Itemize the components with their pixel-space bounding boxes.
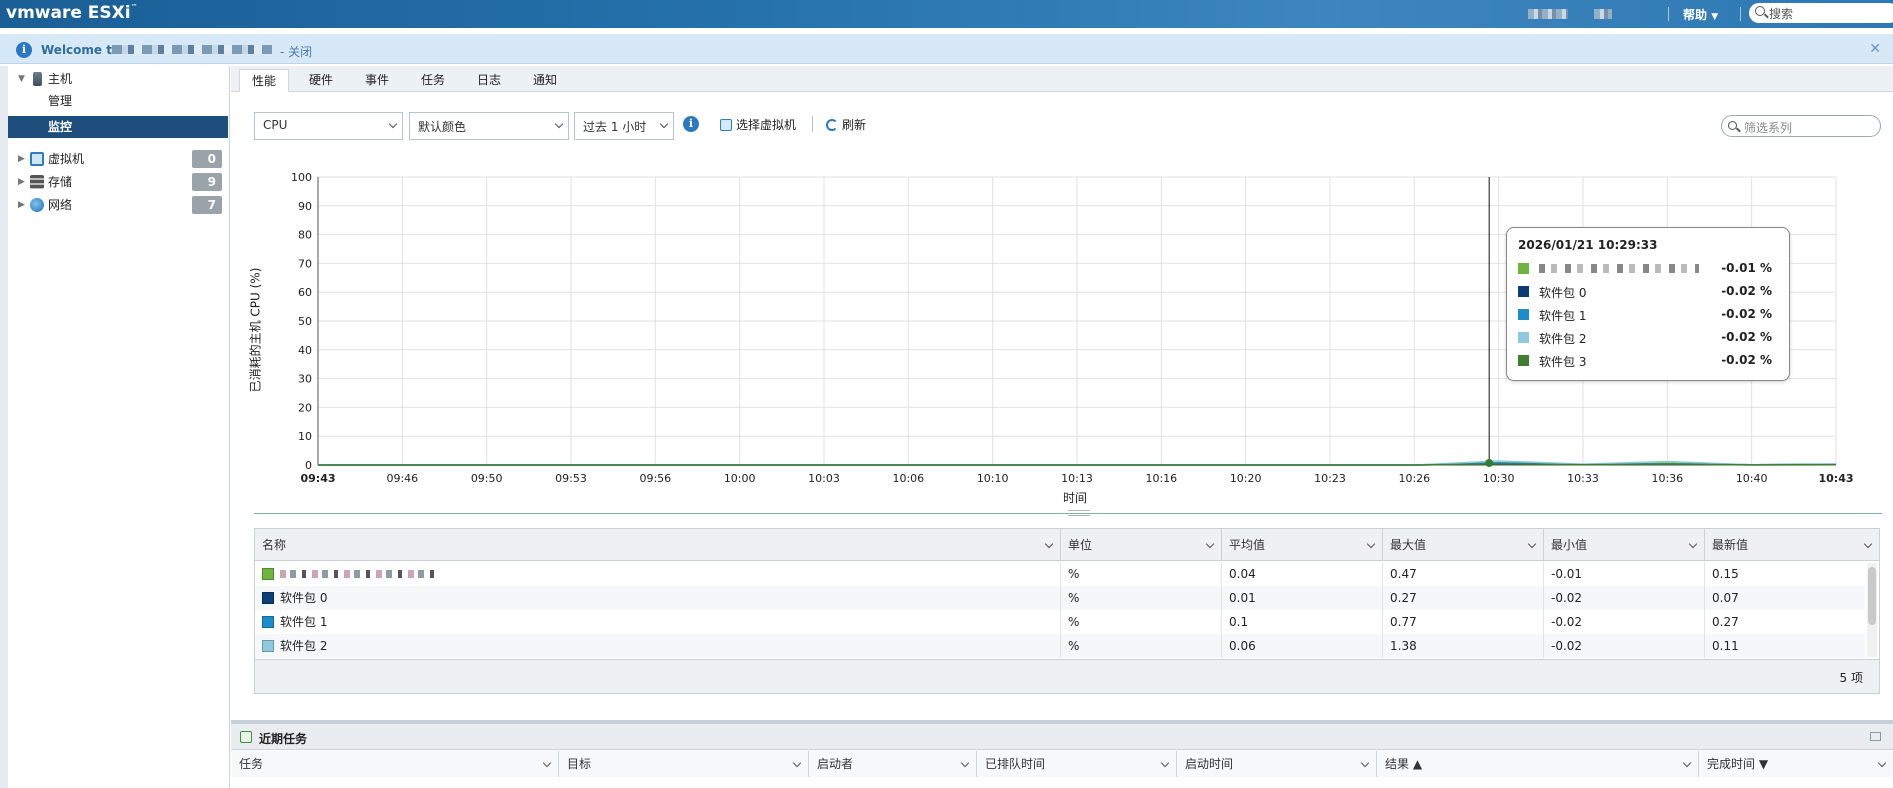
tooltip-row: 软件包 1 -0.02 % — [1518, 307, 1780, 323]
x-tick-label: 10:13 — [1061, 472, 1093, 485]
chevron-down-icon[interactable] — [1205, 539, 1215, 549]
redacted-name — [1539, 264, 1699, 273]
recent-tasks-header: 近期任务 — [231, 724, 1893, 750]
x-tick-label: 10:40 — [1736, 472, 1768, 485]
x-tick-label: 10:23 — [1314, 472, 1346, 485]
series-swatch — [262, 568, 274, 580]
table-row[interactable]: 软件包 2 % 0.06 1.38 -0.02 0.11 — [255, 634, 1865, 658]
x-tick-label: 10:43 — [1818, 472, 1853, 485]
y-tick-label: 20 — [298, 401, 312, 414]
series-swatch — [1518, 286, 1529, 297]
x-tick-label: 10:03 — [808, 472, 840, 485]
column-header-latest[interactable]: 最新值 — [1705, 529, 1879, 561]
tooltip-title: 2026/01/21 10:29:33 — [1518, 238, 1658, 252]
x-tick-label: 09:50 — [471, 472, 503, 485]
table-row[interactable]: 软件包 0 % 0.01 0.27 -0.02 0.07 — [255, 586, 1865, 610]
x-tick-label: 10:30 — [1483, 472, 1515, 485]
y-tick-label: 10 — [298, 430, 312, 443]
series-swatch — [1518, 355, 1529, 366]
table-footer: 5 项 — [255, 659, 1879, 693]
series-table: 名称 单位 平均值 最大值 最小值 最新值 % 0.04 0.47 -0.01 … — [254, 528, 1880, 694]
column-header-started[interactable]: 启动时间 — [1177, 751, 1377, 777]
y-tick-label: 0 — [305, 459, 312, 472]
cursor-point — [1485, 459, 1494, 467]
column-header-result[interactable]: 结果 ▲ — [1377, 751, 1699, 777]
column-header-name[interactable]: 名称 — [255, 529, 1061, 561]
column-header-task[interactable]: 任务 — [231, 751, 559, 777]
chart-tooltip: 2026/01/21 10:29:33 -0.01 % 软件包 0 -0.02 … — [1506, 227, 1790, 381]
tooltip-row: -0.01 % — [1518, 261, 1780, 277]
tooltip-row: 软件包 3 -0.02 % — [1518, 353, 1780, 369]
x-tick-label: 09:56 — [639, 472, 671, 485]
y-tick-label: 50 — [298, 315, 312, 328]
x-tick-label: 10:33 — [1567, 472, 1599, 485]
tasks-icon — [240, 731, 252, 743]
column-header-avg[interactable]: 平均值 — [1222, 529, 1383, 561]
table-header: 名称 单位 平均值 最大值 最小值 最新值 — [255, 529, 1879, 561]
column-header-min[interactable]: 最小值 — [1544, 529, 1705, 561]
column-header-initiator[interactable]: 启动者 — [809, 751, 977, 777]
x-tick-label: 09:43 — [300, 472, 335, 485]
y-tick-label: 90 — [298, 200, 312, 213]
series-swatch — [1518, 263, 1529, 274]
x-tick-label: 10:06 — [892, 472, 924, 485]
series-swatch — [262, 640, 274, 652]
column-header-unit[interactable]: 单位 — [1061, 529, 1222, 561]
tooltip-row: 软件包 2 -0.02 % — [1518, 330, 1780, 346]
x-tick-label: 09:46 — [386, 472, 418, 485]
x-tick-label: 10:00 — [724, 472, 756, 485]
y-tick-label: 100 — [291, 171, 312, 184]
item-count: 5 项 — [1839, 671, 1863, 685]
x-tick-label: 10:20 — [1230, 472, 1262, 485]
x-tick-label: 10:26 — [1398, 472, 1430, 485]
series-swatch — [262, 616, 274, 628]
table-row[interactable]: % 0.04 0.47 -0.01 0.15 — [255, 562, 1865, 586]
y-tick-label: 80 — [298, 229, 312, 242]
y-tick-label: 60 — [298, 286, 312, 299]
y-tick-label: 70 — [298, 257, 312, 270]
tooltip-row: 软件包 0 -0.02 % — [1518, 284, 1780, 300]
series-swatch — [1518, 309, 1529, 320]
splitter-handle[interactable] — [1068, 510, 1090, 516]
y-tick-label: 40 — [298, 344, 312, 357]
chevron-down-icon[interactable] — [1527, 539, 1537, 549]
redacted-name — [280, 570, 440, 578]
x-tick-label: 10:36 — [1651, 472, 1683, 485]
chevron-down-icon[interactable] — [1688, 539, 1698, 549]
table-row[interactable]: 软件包 1 % 0.1 0.77 -0.02 0.27 — [255, 610, 1865, 634]
series-swatch — [262, 592, 274, 604]
y-axis-label: 已消耗的主机 CPU (%) — [248, 267, 263, 393]
column-header-max[interactable]: 最大值 — [1383, 529, 1544, 561]
x-tick-label: 10:16 — [1145, 472, 1177, 485]
x-tick-label: 09:53 — [555, 472, 587, 485]
x-tick-label: 10:10 — [977, 472, 1009, 485]
x-axis-label: 时间 — [1062, 491, 1088, 505]
column-header-completed[interactable]: 完成时间 ▼ — [1699, 751, 1893, 777]
chevron-down-icon[interactable] — [1366, 539, 1376, 549]
y-tick-label: 30 — [298, 373, 312, 386]
column-header-queued[interactable]: 已排队时间 — [977, 751, 1177, 777]
maximize-icon[interactable] — [1870, 732, 1881, 741]
recent-tasks-panel: 近期任务 任务 目标 启动者 已排队时间 启动时间 结果 ▲ 完成时间 ▼ — [231, 720, 1893, 788]
series-swatch — [1518, 332, 1529, 343]
chevron-down-icon[interactable] — [1044, 539, 1054, 549]
column-header-target[interactable]: 目标 — [559, 751, 809, 777]
chevron-down-icon[interactable] — [1863, 539, 1873, 549]
vertical-scrollbar[interactable] — [1867, 563, 1877, 657]
